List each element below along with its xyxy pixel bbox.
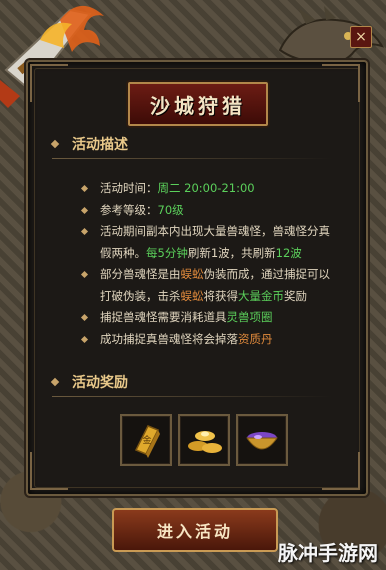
list-item: 活动期间副本内出现大量兽魂怪，兽魂怪分真假两种。每5分钟刷新1波，共刷新12波: [80, 221, 340, 264]
diamond-bullet-icon: [80, 335, 89, 343]
close-button[interactable]: ×: [350, 26, 372, 48]
list-item: 成功捕捉真兽魂怪将会掉落资质丹: [80, 329, 340, 351]
diamond-bullet-icon: [50, 139, 60, 149]
diamond-bullet-icon: [80, 206, 89, 214]
panel-corner-ornament: [322, 452, 360, 490]
list-item: 活动时间：周二 20:00-21:00: [80, 178, 340, 200]
list-item: 捕捉兽魂怪需要消耗道具灵兽项圈: [80, 307, 340, 329]
diamond-bullet-icon: [80, 270, 89, 279]
diamond-bullet-icon: [80, 313, 89, 322]
reward-slot[interactable]: [178, 414, 230, 466]
diamond-bullet-icon: [80, 184, 89, 193]
panel-corner-ornament: [322, 64, 360, 102]
window-title: 沙城狩猎: [150, 93, 246, 118]
divider: [52, 396, 332, 397]
list-item: 部分兽魂怪是由蜈蚣伪装而成，通过捕捉可以打破伪装，击杀蜈蚣将获得大量金币奖励: [80, 264, 340, 307]
divider: [52, 158, 332, 159]
diamond-bullet-icon: [50, 377, 60, 387]
panel-corner-ornament: [30, 64, 68, 102]
description-list: 活动时间：周二 20:00-21:00 参考等级：70级 活动期间副本内出现大量…: [80, 178, 340, 350]
gold-ingots-icon: [188, 431, 222, 453]
list-item: 参考等级：70级: [80, 200, 340, 222]
description-heading: 活动描述: [50, 134, 128, 154]
diamond-bullet-icon: [80, 227, 89, 236]
gold-bar-icon: 金: [134, 425, 160, 458]
svg-text:金: 金: [142, 434, 151, 446]
reward-slot[interactable]: 金: [120, 414, 172, 466]
enter-activity-button[interactable]: 进入活动: [112, 508, 278, 552]
reward-slots: 金: [120, 414, 288, 466]
reward-heading: 活动奖励: [50, 372, 128, 392]
window-title-plate: 沙城狩猎: [128, 82, 268, 126]
watermark: 脉冲手游网: [278, 541, 378, 565]
reward-slot[interactable]: [236, 414, 288, 466]
panel-corner-ornament: [30, 452, 68, 490]
treasure-bowl-icon: [246, 432, 278, 450]
